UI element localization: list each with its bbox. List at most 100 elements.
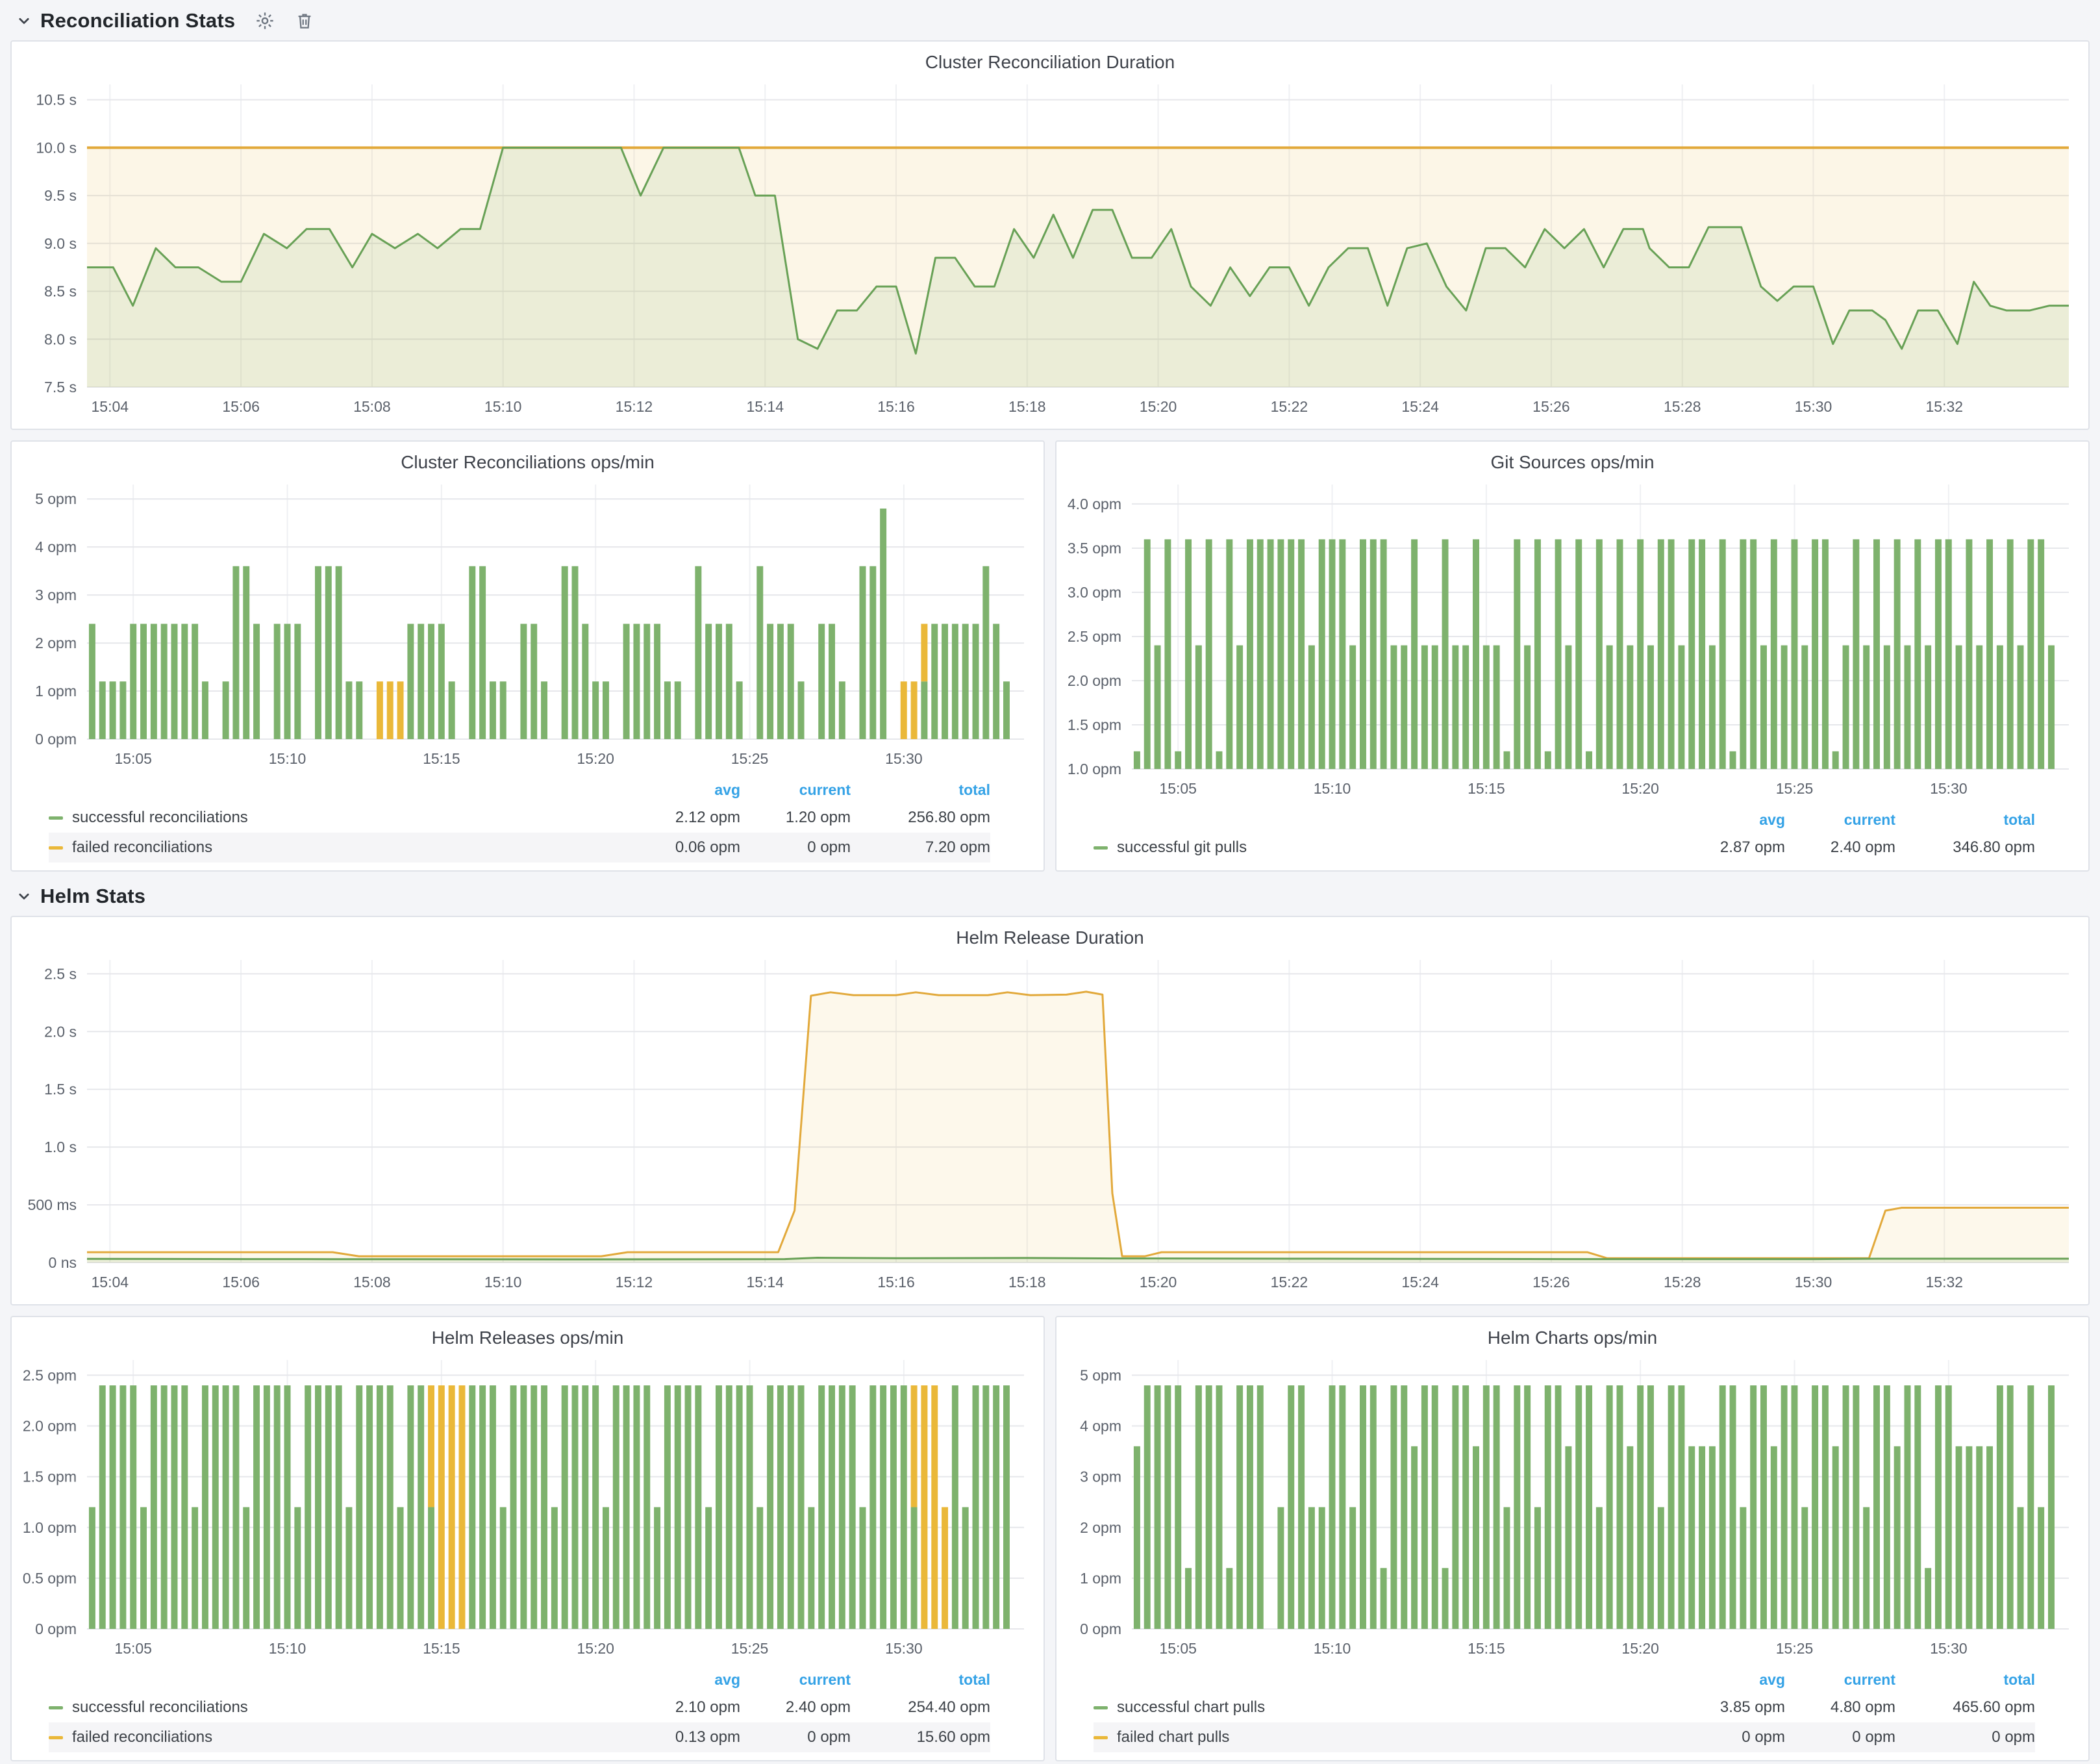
series-color-dash: [1094, 1736, 1108, 1739]
stat-current: 4.80 opm: [1785, 1698, 1895, 1717]
panel-title[interactable]: Cluster Reconciliations ops/min: [19, 442, 1036, 477]
legend-row-successful: successful chart pulls 3.85 opm 4.80 opm…: [1094, 1693, 2035, 1722]
panel-title[interactable]: Helm Release Duration: [19, 917, 2081, 952]
stat-avg: 0.13 opm: [630, 1728, 740, 1746]
legend-header-avg[interactable]: avg: [630, 781, 740, 799]
series-color-dash: [49, 816, 63, 820]
svg-text:15:18: 15:18: [1008, 1274, 1046, 1291]
svg-text:2.5 opm: 2.5 opm: [23, 1367, 77, 1383]
svg-text:10.0 s: 10.0 s: [36, 139, 77, 156]
stat-current: 0 opm: [1785, 1728, 1895, 1746]
panel-git-sources: Git Sources ops/min 1.0 opm1.5 opm2.0 op…: [1055, 440, 2090, 872]
svg-text:2 opm: 2 opm: [35, 635, 77, 651]
gear-icon[interactable]: [255, 10, 275, 31]
legend-row-successful: successful git pulls 2.87 opm 2.40 opm 3…: [1094, 833, 2035, 863]
svg-text:15:30: 15:30: [885, 1640, 923, 1657]
chevron-down-icon[interactable]: [17, 889, 31, 903]
svg-text:15:20: 15:20: [1140, 1274, 1177, 1291]
svg-text:8.0 s: 8.0 s: [44, 331, 77, 347]
svg-text:15:10: 15:10: [269, 1640, 306, 1657]
svg-text:15:14: 15:14: [746, 398, 784, 415]
svg-text:15:16: 15:16: [877, 398, 915, 415]
cluster-duration-chart[interactable]: 7.5 s8.0 s8.5 s9.0 s9.5 s10.0 s10.5 s15:…: [19, 77, 2081, 422]
svg-text:15:22: 15:22: [1271, 398, 1308, 415]
helm-release-duration-chart[interactable]: 0 ns500 ms1.0 s1.5 s2.0 s2.5 s15:0415:06…: [19, 952, 2081, 1298]
svg-text:3.0 opm: 3.0 opm: [1068, 584, 1121, 601]
section-title[interactable]: Helm Stats: [40, 885, 145, 908]
git-sources-chart[interactable]: 1.0 opm1.5 opm2.0 opm2.5 opm3.0 opm3.5 o…: [1064, 477, 2081, 804]
svg-text:15:06: 15:06: [222, 398, 260, 415]
svg-text:15:08: 15:08: [353, 1274, 391, 1291]
legend-header-avg[interactable]: avg: [630, 1671, 740, 1689]
trash-icon[interactable]: [295, 11, 314, 31]
stat-current: 1.20 opm: [740, 809, 851, 827]
svg-text:2.5 opm: 2.5 opm: [1068, 628, 1121, 645]
svg-text:15:25: 15:25: [1776, 1640, 1814, 1657]
helm-charts-chart[interactable]: 0 opm1 opm2 opm3 opm4 opm5 opm15:0515:10…: [1064, 1352, 2081, 1664]
svg-text:15:10: 15:10: [484, 1274, 522, 1291]
svg-text:15:28: 15:28: [1664, 1274, 1701, 1291]
legend-header-total[interactable]: total: [1895, 811, 2035, 829]
svg-text:1.0 s: 1.0 s: [44, 1139, 77, 1155]
legend-header-current[interactable]: current: [1785, 811, 1895, 829]
svg-text:15:12: 15:12: [616, 1274, 653, 1291]
svg-text:15:05: 15:05: [1159, 1640, 1197, 1657]
cluster-reconciliations-chart[interactable]: 0 opm1 opm2 opm3 opm4 opm5 opm15:0515:10…: [19, 477, 1036, 774]
series-label[interactable]: failed reconciliations: [72, 1728, 212, 1746]
svg-text:15:05: 15:05: [114, 750, 152, 767]
svg-text:15:14: 15:14: [746, 1274, 784, 1291]
svg-text:15:05: 15:05: [1159, 780, 1197, 797]
series-label[interactable]: successful chart pulls: [1117, 1698, 1265, 1717]
svg-text:15:30: 15:30: [1795, 398, 1832, 415]
legend-row-successful: successful reconciliations 2.10 opm 2.40…: [49, 1693, 990, 1722]
series-label[interactable]: successful reconciliations: [72, 809, 248, 827]
svg-text:9.5 s: 9.5 s: [44, 187, 77, 204]
stat-avg: 3.85 opm: [1675, 1698, 1785, 1717]
legend-header-avg[interactable]: avg: [1675, 811, 1785, 829]
svg-text:15:15: 15:15: [423, 750, 460, 767]
svg-text:15:12: 15:12: [616, 398, 653, 415]
stat-total: 256.80 opm: [851, 809, 990, 827]
svg-text:15:06: 15:06: [222, 1274, 260, 1291]
svg-text:9.0 s: 9.0 s: [44, 235, 77, 252]
stat-avg: 0.06 opm: [630, 838, 740, 857]
panel-title[interactable]: Helm Charts ops/min: [1064, 1317, 2081, 1352]
legend-header-current[interactable]: current: [740, 1671, 851, 1689]
section-title[interactable]: Reconciliation Stats: [40, 9, 235, 32]
legend-header-total[interactable]: total: [1895, 1671, 2035, 1689]
legend-row-successful: successful reconciliations 2.12 opm 1.20…: [49, 803, 990, 833]
panel-title[interactable]: Cluster Reconciliation Duration: [19, 42, 2081, 77]
legend-header-current[interactable]: current: [1785, 1671, 1895, 1689]
svg-text:8.5 s: 8.5 s: [44, 283, 77, 300]
series-color-dash: [49, 846, 63, 850]
helm-releases-chart[interactable]: 0 opm0.5 opm1.0 opm1.5 opm2.0 opm2.5 opm…: [19, 1352, 1036, 1664]
svg-text:15:16: 15:16: [877, 1274, 915, 1291]
svg-text:15:10: 15:10: [1314, 780, 1351, 797]
legend-header-current[interactable]: current: [740, 781, 851, 799]
series-label[interactable]: failed chart pulls: [1117, 1728, 1229, 1746]
series-label[interactable]: failed reconciliations: [72, 838, 212, 857]
legend-header-avg[interactable]: avg: [1675, 1671, 1785, 1689]
svg-text:3.5 opm: 3.5 opm: [1068, 540, 1121, 557]
legend-row-failed: failed chart pulls 0 opm 0 opm 0 opm: [1094, 1722, 2035, 1752]
chevron-down-icon[interactable]: [17, 14, 31, 28]
svg-text:3 opm: 3 opm: [1080, 1468, 1121, 1485]
stat-total: 465.60 opm: [1895, 1698, 2035, 1717]
legend-header-total[interactable]: total: [851, 1671, 990, 1689]
svg-text:15:30: 15:30: [1930, 1640, 1968, 1657]
legend: avg current total successful chart pulls…: [1064, 1664, 2081, 1754]
section-header-reconciliation[interactable]: Reconciliation Stats: [10, 5, 2090, 36]
panel-title[interactable]: Helm Releases ops/min: [19, 1317, 1036, 1352]
svg-text:500 ms: 500 ms: [28, 1196, 77, 1213]
series-label[interactable]: successful git pulls: [1117, 838, 1247, 857]
panel-title[interactable]: Git Sources ops/min: [1064, 442, 2081, 477]
section-header-helm[interactable]: Helm Stats: [10, 881, 2090, 912]
svg-text:4 opm: 4 opm: [1080, 1418, 1121, 1435]
legend: avg current total successful git pulls 2…: [1064, 804, 2081, 864]
svg-text:15:20: 15:20: [577, 1640, 614, 1657]
svg-text:15:10: 15:10: [484, 398, 522, 415]
svg-text:15:24: 15:24: [1401, 1274, 1439, 1291]
legend-header-total[interactable]: total: [851, 781, 990, 799]
series-label[interactable]: successful reconciliations: [72, 1698, 248, 1717]
legend: avg current total successful reconciliat…: [19, 774, 1036, 864]
